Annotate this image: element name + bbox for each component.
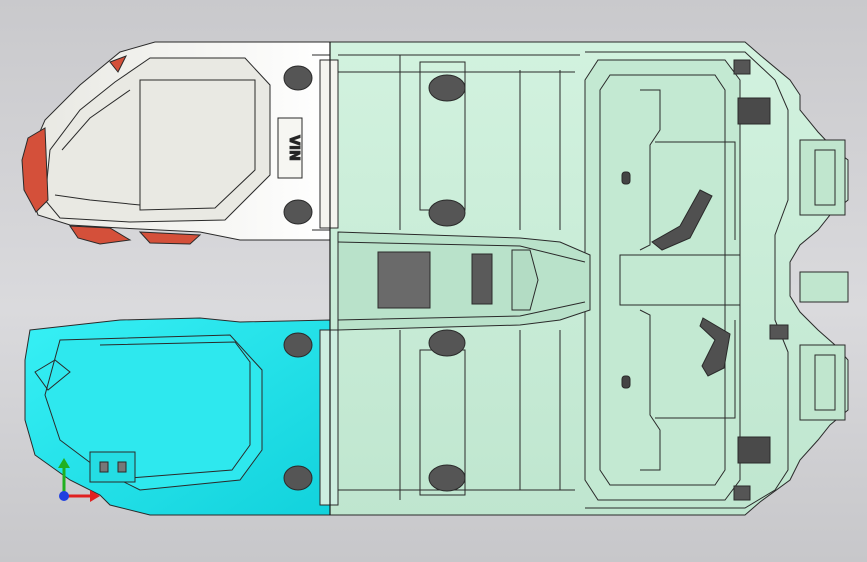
center-tunnel [337,231,591,331]
cad-viewport[interactable]: VIN [0,0,867,562]
vin-stamp: VIN [286,135,301,161]
center-floor-panel[interactable] [329,41,849,516]
rear-cross-member [584,59,741,501]
z-axis-dot [59,491,69,501]
front-left-floor-panel[interactable]: VIN [29,41,339,241]
floor-panel-assembly-model[interactable]: VIN [0,0,867,562]
front-right-floor-panel[interactable] [24,317,339,516]
